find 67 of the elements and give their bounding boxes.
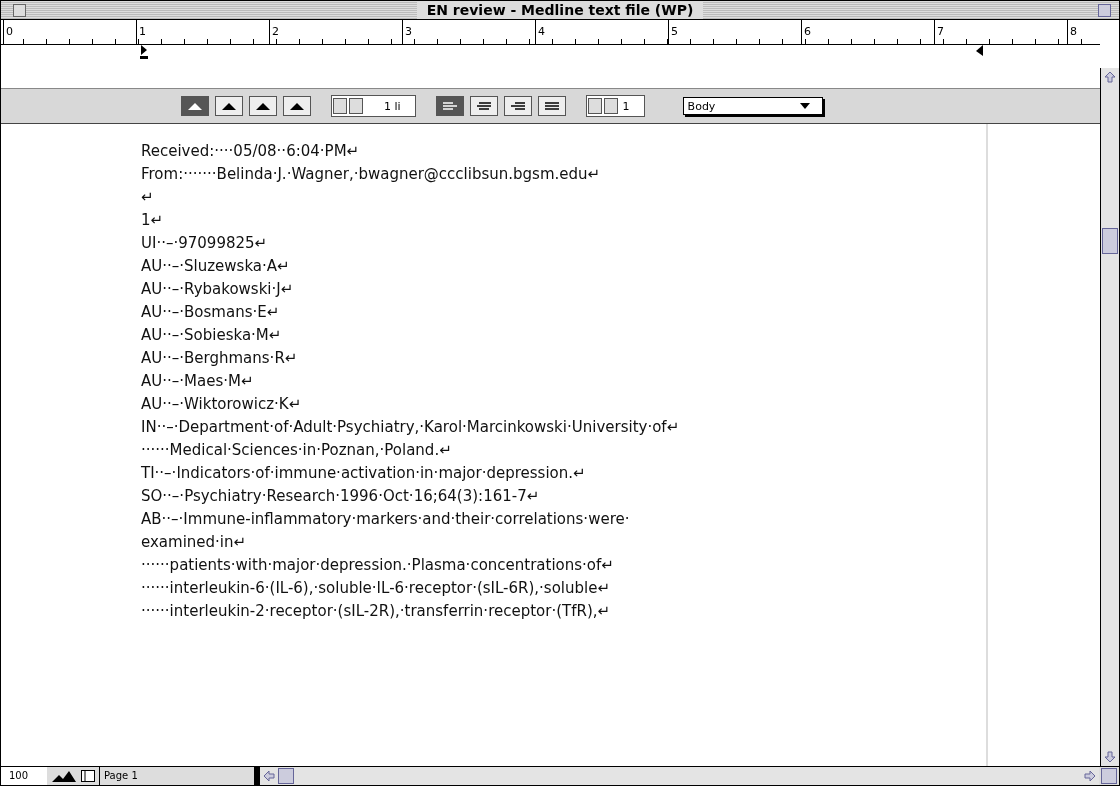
text-line: ······patients·with·major·depression.·Plasma·concentrations·of↵ — [141, 555, 615, 576]
text-line: Received:····05/08··6:04·PM↵ — [141, 141, 361, 162]
text-line: SO··–·Psychiatry·Research·1996·Oct·16;64(3):161-7↵ — [141, 486, 541, 507]
text-line: AU··–·Wiktorowicz·K↵ — [141, 394, 303, 415]
mountain-icon[interactable] — [51, 769, 77, 783]
ruler-number: 7 — [936, 25, 944, 38]
resize-box[interactable] — [1101, 768, 1117, 784]
paragraph-spacing-button[interactable] — [249, 96, 277, 116]
right-indent-marker[interactable] — [976, 45, 983, 56]
scroll-right-icon[interactable] — [1084, 770, 1096, 782]
text-line: ······Medical·Sciences·in·Poznan,·Poland.↵ — [141, 440, 453, 461]
alignment-button[interactable] — [537, 96, 566, 116]
text-line: From:·······Belinda·J.·Wagner,·bwagner@ccclibsun.bgsm.edu↵ — [141, 164, 602, 185]
alignment-button[interactable] — [435, 96, 464, 116]
text-line: IN··–·Department·of·Adult·Psychiatry,·Karol·Marcinkowski·University·of↵ — [141, 417, 681, 438]
text-line: AU··–·Bosmans·E↵ — [141, 302, 281, 323]
ruler-number: 2 — [271, 25, 279, 38]
ruler-number: 8 — [1069, 25, 1077, 38]
paragraph-spacing-button[interactable] — [215, 96, 243, 116]
scroll-up-icon[interactable] — [1104, 71, 1116, 83]
window-title: EN review - Medline text file (WP) — [416, 1, 704, 19]
ruler-number: 6 — [803, 25, 811, 38]
style-dropdown[interactable]: Body — [682, 97, 823, 115]
alignment-icon — [508, 101, 527, 111]
horizontal-scrollbar[interactable] — [254, 767, 1099, 785]
line-spacing-field[interactable]: 1 li — [331, 95, 416, 117]
text-line: AU··–·Maes·M↵ — [141, 371, 255, 392]
triangle-icon — [220, 101, 238, 111]
text-line: AU··–·Rybakowski·J↵ — [141, 279, 295, 300]
scroll-thumb[interactable] — [1102, 228, 1118, 254]
scroll-left-icon[interactable] — [263, 770, 275, 782]
alignment-icon — [440, 101, 459, 111]
ruler-number: 4 — [537, 25, 545, 38]
text-line: AB··–·Immune-inflammatory·markers·and·their·correlations·were· — [141, 509, 631, 530]
text-line: 1↵ — [141, 210, 165, 231]
text-line: AU··–·Sobieska·M↵ — [141, 325, 283, 346]
ruler-number: 3 — [404, 25, 412, 38]
triangle-icon — [186, 101, 204, 111]
close-box[interactable] — [13, 4, 26, 17]
alignment-icon — [542, 101, 561, 111]
paragraph-spacing-button[interactable] — [283, 96, 311, 116]
text-line: ↵ — [141, 187, 155, 208]
scroll-thumb[interactable] — [278, 768, 294, 784]
alignment-button[interactable] — [469, 96, 498, 116]
triangle-icon — [254, 101, 272, 111]
ruler-number: 1 — [138, 25, 146, 38]
text-line: ······interleukin-6·(IL-6),·soluble·IL-6·receptor·(sIL-6R),·soluble↵ — [141, 578, 611, 599]
scroll-down-icon[interactable] — [1104, 751, 1116, 763]
text-line: ······interleukin-2·receptor·(sIL-2R),·transferrin·receptor·(TfR),↵ — [141, 601, 612, 622]
ruler-number: 0 — [5, 25, 13, 38]
paragraph-spacing-button[interactable] — [181, 96, 209, 116]
text-line: examined·in↵ — [141, 532, 248, 553]
left-indent-marker[interactable] — [140, 45, 148, 59]
alignment-icon — [474, 101, 493, 111]
text-line: AU··–·Berghmans·R↵ — [141, 348, 299, 369]
ruler-number: 5 — [670, 25, 678, 38]
caret-icon — [799, 103, 810, 109]
text-line: UI··–·97099825↵ — [141, 233, 269, 254]
zoom-box[interactable] — [1098, 4, 1111, 17]
columns-field[interactable]: 1 — [585, 95, 645, 117]
page-view-icon[interactable] — [81, 770, 95, 782]
triangle-icon — [288, 101, 306, 111]
zoom-level[interactable]: 100 — [1, 767, 47, 785]
alignment-button[interactable] — [503, 96, 532, 116]
text-line: AU··–·Sluzewska·A↵ — [141, 256, 291, 277]
vertical-scrollbar[interactable] — [1100, 68, 1119, 766]
text-line: TI··–·Indicators·of·immune·activation·in·major·depression.↵ — [141, 463, 587, 484]
